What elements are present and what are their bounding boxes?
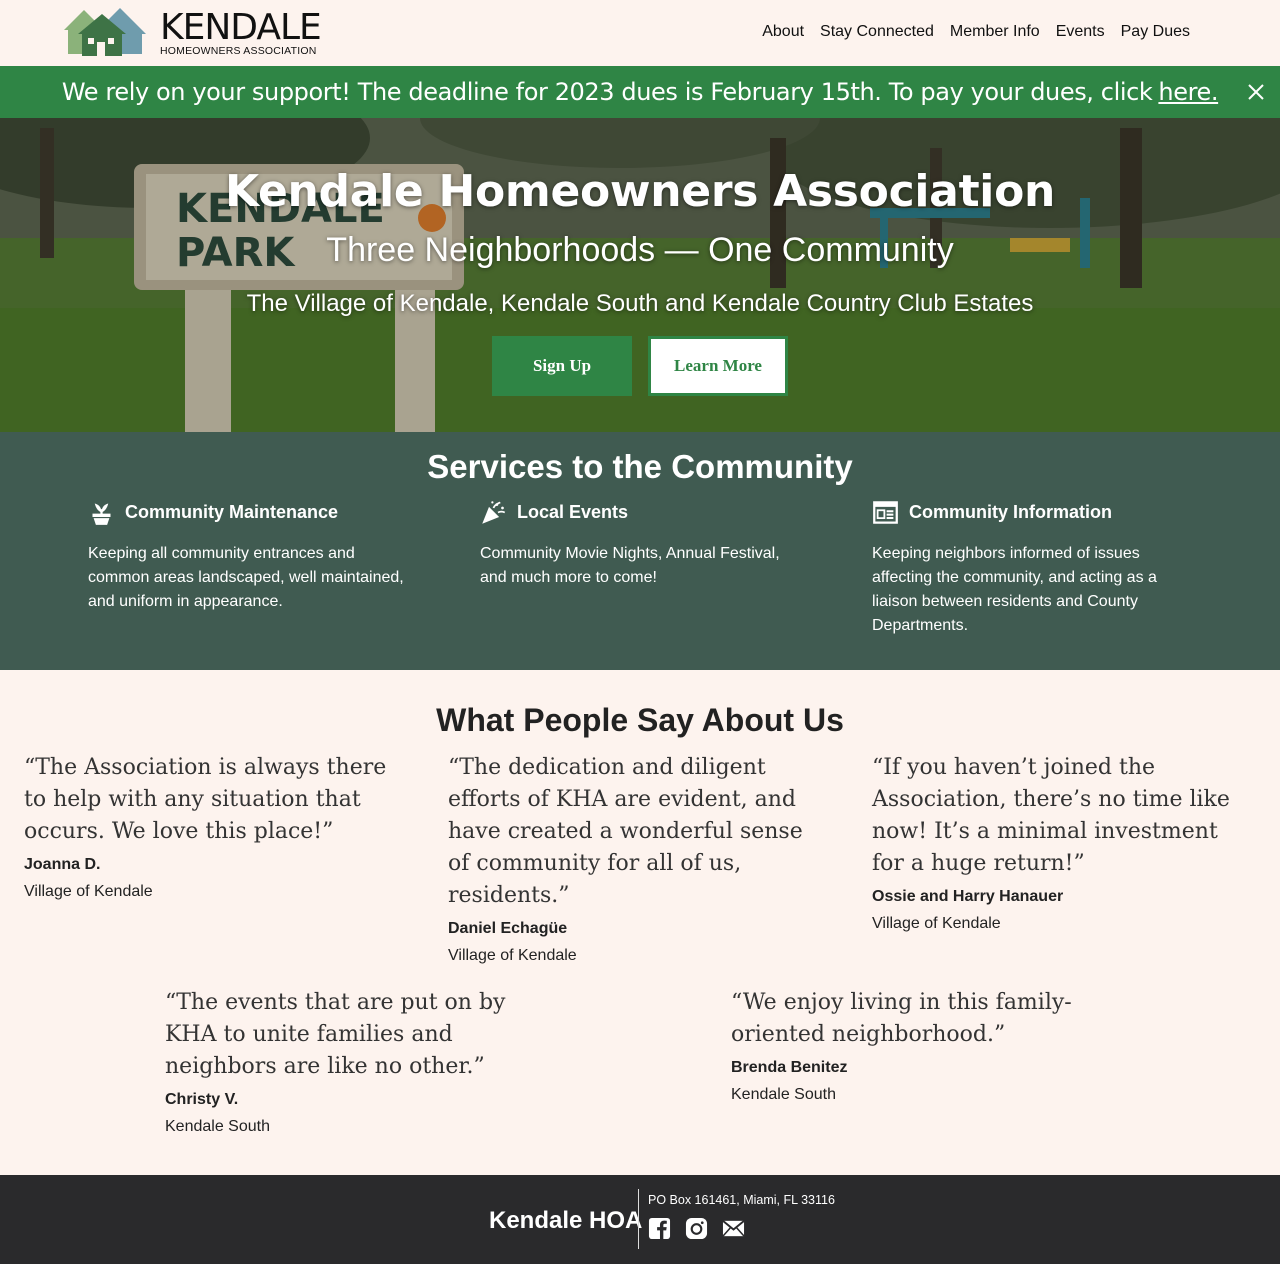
service-information: Community Information Keeping neighbors … — [872, 498, 1264, 638]
testimonial-author: Christy V. — [165, 1091, 239, 1108]
testimonial-author: Daniel Echagüe — [448, 920, 568, 937]
testimonial-location: Village of Kendale — [448, 947, 577, 964]
nav-about[interactable]: About — [762, 23, 804, 41]
facebook-icon[interactable] — [648, 1217, 671, 1240]
email-icon[interactable] — [722, 1217, 745, 1240]
social-links — [648, 1217, 745, 1240]
nav-member-info[interactable]: Member Info — [950, 23, 1040, 41]
learn-more-button[interactable]: Learn More — [648, 336, 788, 396]
testimonial-location: Village of Kendale — [24, 883, 153, 900]
sign-up-button[interactable]: Sign Up — [492, 336, 632, 396]
hero-title: Kendale Homeowners Association — [224, 166, 1056, 217]
logo[interactable]: KENDALE HOMEOWNERS ASSOCIATION — [64, 7, 322, 58]
nav-pay-dues[interactable]: Pay Dues — [1121, 23, 1190, 41]
hero-subtitle: Three Neighborhoods — One Community — [326, 231, 954, 269]
hero-section: KENDALE PARK Kendale Homeowners Associat… — [0, 118, 1280, 432]
testimonial-card: “We enjoy living in this family-oriented… — [731, 987, 1101, 1104]
footer-divider — [638, 1189, 639, 1249]
testimonial-location: Kendale South — [731, 1086, 836, 1103]
services-title: Services to the Community — [427, 448, 853, 485]
service-title: Local Events — [517, 501, 629, 522]
site-footer: Kendale HOA PO Box 161461, Miami, FL 331… — [0, 1175, 1280, 1264]
testimonial-author: Brenda Benitez — [731, 1059, 848, 1076]
testimonial-location: Village of Kendale — [872, 915, 1001, 932]
banner-pay-link[interactable]: here. — [1158, 78, 1218, 106]
hero-description: The Village of Kendale, Kendale South an… — [246, 290, 1034, 317]
potted-plant-icon — [92, 503, 111, 525]
logo-subtitle: HOMEOWNERS ASSOCIATION — [160, 45, 317, 57]
banner-text: We rely on your support! The deadline fo… — [61, 78, 1153, 106]
services-section: Services to the Community Community Main… — [0, 432, 1280, 670]
logo-name: KENDALE — [160, 7, 322, 48]
service-maintenance: Community Maintenance Keeping all commun… — [88, 498, 480, 638]
party-popper-icon — [482, 500, 506, 524]
service-events: Local Events Community Movie Nights, Ann… — [480, 498, 872, 638]
houses-logo-icon — [64, 8, 146, 56]
testimonial-card: “The Association is always there to help… — [24, 752, 404, 901]
service-text: Keeping neighbors informed of issues aff… — [872, 545, 1157, 634]
service-text: Keeping all community entrances and comm… — [88, 545, 404, 610]
testimonial-quote: “The events that are put on by KHA to un… — [165, 990, 506, 1079]
testimonial-card: “If you haven’t joined the Association, … — [872, 752, 1252, 933]
footer-brand: Kendale HOA — [489, 1207, 643, 1234]
main-nav: About Stay Connected Member Info Events … — [762, 23, 1190, 41]
footer-address: PO Box 161461, Miami, FL 33116 — [648, 1193, 835, 1207]
site-header: KENDALE HOMEOWNERS ASSOCIATION About Sta… — [0, 0, 1280, 66]
testimonial-quote: “The dedication and diligent efforts of … — [448, 755, 803, 908]
testimonial-quote: “The Association is always there to help… — [24, 755, 387, 844]
service-title: Community Information — [909, 501, 1112, 522]
testimonial-location: Kendale South — [165, 1118, 270, 1135]
close-icon[interactable] — [1244, 80, 1268, 104]
testimonial-card: “The dedication and diligent efforts of … — [448, 752, 828, 965]
testimonial-author: Ossie and Harry Hanauer — [872, 888, 1064, 905]
dues-banner: We rely on your support! The deadline fo… — [0, 66, 1280, 118]
testimonials-title: What People Say About Us — [436, 702, 844, 738]
testimonial-quote: “If you haven’t joined the Association, … — [872, 755, 1230, 876]
instagram-icon[interactable] — [685, 1217, 708, 1240]
testimonials-section: What People Say About Us “The Associatio… — [0, 670, 1280, 1175]
nav-stay-connected[interactable]: Stay Connected — [820, 23, 934, 41]
service-title: Community Maintenance — [125, 501, 339, 522]
testimonial-quote: “We enjoy living in this family-oriented… — [731, 990, 1072, 1047]
newspaper-icon — [873, 500, 898, 524]
service-text: Community Movie Nights, Annual Festival,… — [480, 545, 780, 586]
testimonial-author: Joanna D. — [24, 856, 101, 873]
testimonial-card: “The events that are put on by KHA to un… — [165, 987, 535, 1136]
nav-events[interactable]: Events — [1056, 23, 1105, 41]
